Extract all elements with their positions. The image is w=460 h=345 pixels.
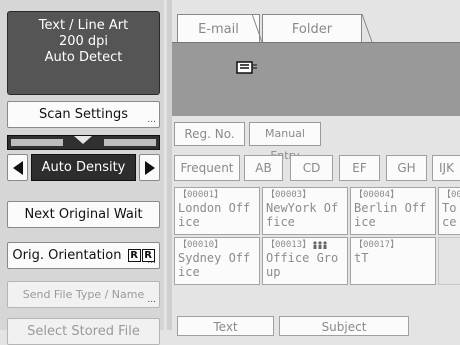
next-original-wait-label: Next Original Wait xyxy=(24,207,143,222)
destination-name: Sydney Off xyxy=(178,251,251,265)
auto-density-button[interactable]: Auto Density xyxy=(31,154,136,181)
destination-number: 【00017】 xyxy=(354,240,400,250)
scan-settings-label: Scan Settings xyxy=(38,107,129,122)
destination-entry[interactable]: 【00003】 NewYork Of fice xyxy=(262,187,348,235)
manual-entry-button[interactable]: Manual Entry xyxy=(249,122,321,162)
destination-name-cont: ice xyxy=(178,215,200,229)
select-stored-file-button[interactable]: Select Stored File xyxy=(7,318,160,345)
destination-number: 【00004】 xyxy=(354,190,400,200)
index-tab-ijk[interactable]: IJK xyxy=(432,155,460,181)
scan-size-label: Auto Detect xyxy=(44,50,123,65)
scan-settings-button[interactable]: Scan Settings ... xyxy=(7,101,160,128)
destination-number: 【00 xyxy=(442,190,460,200)
more-indicator: ... xyxy=(147,295,156,305)
destination-list: 【00001】 London Off ice 【00003】 NewYork O… xyxy=(172,187,460,290)
select-stored-file-label: Select Stored File xyxy=(27,324,140,339)
destination-entry[interactable]: 【00001】 London Off ice xyxy=(174,187,260,235)
destination-number: 【00003】 xyxy=(266,190,312,200)
index-tab-ef[interactable]: EF xyxy=(339,155,380,181)
index-tab-frequent[interactable]: Frequent xyxy=(174,155,240,181)
destination-entry[interactable]: 【00017】 tT xyxy=(350,237,436,285)
orientation-readable-icon: R xyxy=(127,249,141,262)
destination-entry[interactable]: 【00004】 Berlin Off ice xyxy=(350,187,436,235)
send-file-type-label: Send File Type / Name xyxy=(22,288,145,301)
destination-number: 【00010】 xyxy=(178,240,224,250)
destination-number: 【00001】 xyxy=(178,190,224,200)
destination-name-cont: ice xyxy=(354,215,376,229)
reg-no-button[interactable]: Reg. No. xyxy=(174,122,245,146)
density-lighter-button[interactable] xyxy=(7,154,28,181)
scan-status-display: Text / Line Art 200 dpi Auto Detect xyxy=(7,11,160,95)
original-type-label: Text / Line Art xyxy=(38,18,129,33)
destination-name: Berlin Off xyxy=(354,201,427,215)
density-dark-segment xyxy=(104,139,156,146)
destination-name: Office Gro xyxy=(266,251,339,265)
arrow-left-icon xyxy=(13,161,23,175)
destination-entry[interactable]: 【00 To ce xyxy=(438,187,460,235)
subject-button[interactable]: Subject xyxy=(279,316,409,336)
density-darker-button[interactable] xyxy=(139,154,160,181)
destination-name: To xyxy=(442,201,457,215)
destination-name-cont: fice xyxy=(266,215,295,229)
group-icon xyxy=(313,240,327,249)
density-indicator xyxy=(7,135,160,150)
destination-number-text: 【00013】 xyxy=(266,240,312,250)
destination-entry[interactable]: 【00013】 Office Gro up xyxy=(262,237,348,285)
destination-name: London Off xyxy=(178,201,251,215)
destination-name: NewYork Of xyxy=(266,201,339,215)
destination-display xyxy=(172,42,460,116)
density-marker-icon xyxy=(74,136,92,144)
resolution-label: 200 dpi xyxy=(58,34,109,49)
next-original-wait-button[interactable]: Next Original Wait xyxy=(7,201,160,228)
tab-edges xyxy=(251,14,373,43)
empty-slot xyxy=(438,237,460,285)
destination-name-cont: ice xyxy=(178,265,200,279)
more-indicator: ... xyxy=(147,115,156,125)
destination-number: 【00013】 xyxy=(266,240,347,251)
envelope-icon xyxy=(236,61,257,74)
index-tab-ab[interactable]: AB xyxy=(244,155,283,181)
destination-entry[interactable]: 【00010】 Sydney Off ice xyxy=(174,237,260,285)
more-indicator: ... xyxy=(147,256,156,266)
orig-orientation-button[interactable]: Orig. Orientation RR ... xyxy=(7,242,160,269)
index-tab-gh[interactable]: GH xyxy=(386,155,427,181)
send-file-type-button[interactable]: Send File Type / Name ... xyxy=(7,281,160,308)
index-tab-cd[interactable]: CD xyxy=(290,155,333,181)
destination-name-cont: ce xyxy=(442,215,457,229)
text-button[interactable]: Text xyxy=(177,316,274,336)
arrow-right-icon xyxy=(145,161,155,175)
destination-name-cont: up xyxy=(266,265,281,279)
density-light-segment xyxy=(11,139,63,146)
orig-orientation-label: Orig. Orientation xyxy=(12,248,122,263)
destination-name: tT xyxy=(354,251,369,265)
